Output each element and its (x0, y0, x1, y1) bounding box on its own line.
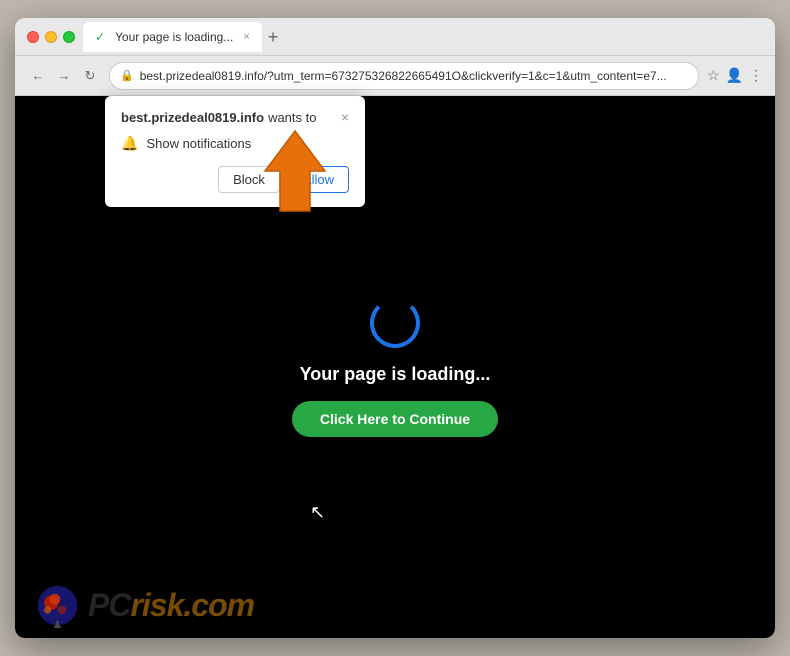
maximize-traffic-light[interactable] (63, 31, 75, 43)
traffic-lights (27, 31, 75, 43)
popup-header: best.prizedeal0819.info wants to × (121, 110, 349, 125)
back-button[interactable]: ← (27, 65, 49, 87)
tab-bar: ✓ Your page is loading... × + (83, 22, 763, 52)
popup-notification-row: 🔔 Show notifications (121, 135, 349, 152)
forward-button[interactable]: → (53, 65, 75, 87)
popup-close-icon[interactable]: × (341, 110, 349, 124)
bell-icon: 🔔 (121, 135, 138, 152)
address-field[interactable]: 🔒 best.prizedeal0819.info/?utm_term=6732… (109, 62, 699, 90)
address-bar: ← → ↻ 🔒 best.prizedeal0819.info/?utm_ter… (15, 56, 775, 96)
allow-button[interactable]: Allow (288, 166, 349, 193)
page-content: Your page is loading... Click Here to Co… (292, 298, 498, 437)
tab-favicon-icon: ✓ (95, 30, 109, 44)
tab-close-icon[interactable]: × (243, 31, 249, 43)
popup-header-text: best.prizedeal0819.info wants to (121, 110, 316, 125)
notification-popup: best.prizedeal0819.info wants to × 🔔 Sho… (105, 96, 365, 207)
watermark-text: PCrisk.com (88, 587, 254, 624)
popup-notification-text: Show notifications (146, 136, 251, 151)
minimize-traffic-light[interactable] (45, 31, 57, 43)
account-icon[interactable]: 👤 (726, 67, 743, 84)
browser-window: ✓ Your page is loading... × + ← → ↻ 🔒 be… (15, 18, 775, 638)
new-tab-button[interactable]: + (268, 28, 279, 46)
address-actions: ☆ 👤 ⋮ (707, 67, 763, 84)
continue-button[interactable]: Click Here to Continue (292, 401, 498, 437)
lock-icon: 🔒 (120, 69, 134, 82)
watermark: PCrisk.com (35, 583, 254, 628)
nav-buttons: ← → ↻ (27, 65, 101, 87)
title-bar: ✓ Your page is loading... × + (15, 18, 775, 56)
tab-title: Your page is loading... (115, 30, 233, 44)
watermark-risk: risk.com (130, 587, 254, 623)
bookmark-icon[interactable]: ☆ (707, 67, 720, 84)
refresh-button[interactable]: ↻ (79, 65, 101, 87)
browser-tab[interactable]: ✓ Your page is loading... × (83, 22, 262, 52)
popup-site-name: best.prizedeal0819.info (121, 110, 264, 125)
pcrisk-logo (35, 583, 80, 628)
popup-buttons: Block Allow (121, 166, 349, 193)
menu-icon[interactable]: ⋮ (749, 67, 763, 84)
address-url: best.prizedeal0819.info/?utm_term=673275… (140, 69, 688, 83)
cursor-icon: ↖ (310, 502, 325, 523)
loading-spinner (370, 298, 420, 348)
loading-text: Your page is loading... (300, 364, 491, 385)
block-button[interactable]: Block (218, 166, 280, 193)
close-traffic-light[interactable] (27, 31, 39, 43)
browser-content: best.prizedeal0819.info wants to × 🔔 Sho… (15, 96, 775, 638)
watermark-pc: PC (88, 587, 130, 623)
popup-wants-text: wants to (268, 110, 316, 125)
